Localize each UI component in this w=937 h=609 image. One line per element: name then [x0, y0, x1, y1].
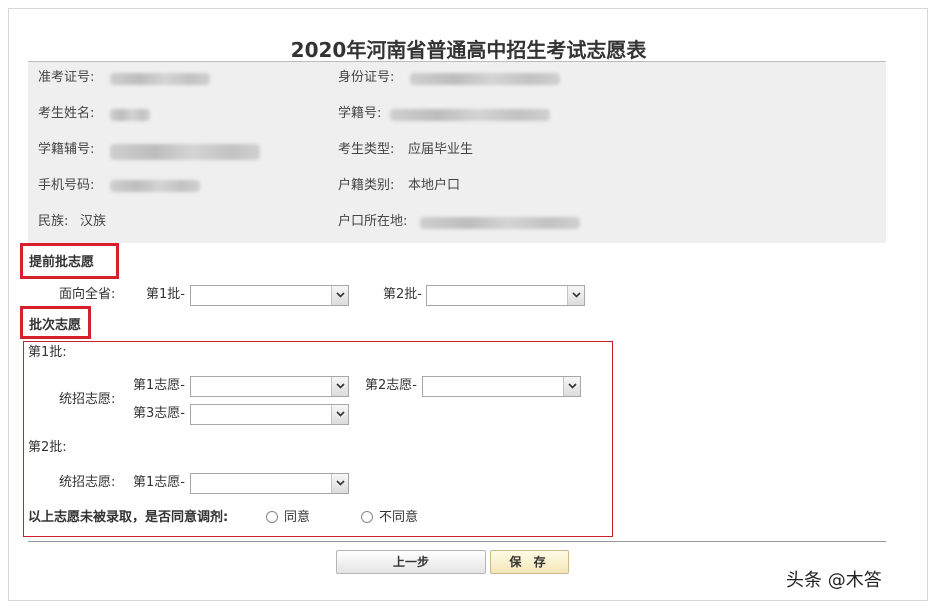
early-batch2-label: 第2批-: [383, 287, 422, 302]
info-row: 学籍辅号: 考生类型: 应届毕业生: [28, 140, 886, 176]
phone-label: 手机号码:: [38, 178, 95, 193]
batch1-label: 第1批:: [28, 345, 67, 360]
divider: [28, 541, 886, 542]
student-no-label: 学籍号:: [338, 106, 382, 121]
batch2-choice1-label: 第1志愿-: [133, 475, 185, 490]
chevron-down-icon[interactable]: [331, 377, 348, 396]
batch1-choice3-label: 第3志愿-: [133, 406, 185, 421]
early-batch-heading: 提前批志愿: [29, 255, 95, 270]
batch1-choice3-select[interactable]: [190, 404, 349, 425]
ethnicity-value: 汉族: [80, 214, 107, 229]
info-row: 手机号码: 户籍类别: 本地户口: [28, 176, 886, 212]
batch1-choice2-select[interactable]: [422, 376, 581, 397]
chevron-down-icon[interactable]: [331, 474, 348, 493]
batch1-choice1-label: 第1志愿-: [133, 378, 185, 393]
page-title: 2020年河南省普通高中招生考试志愿表: [290, 38, 647, 62]
early-batch1-select[interactable]: [190, 285, 349, 306]
chevron-down-icon[interactable]: [567, 286, 584, 305]
batch1-choice1-select[interactable]: [190, 376, 349, 397]
id-card-label: 身份证号:: [338, 70, 395, 85]
phone-value-redacted: [110, 180, 200, 192]
batch1-choice2-label: 第2志愿-: [365, 378, 417, 393]
aux-no-label: 学籍辅号:: [38, 142, 95, 157]
batch2-choice1-select[interactable]: [190, 473, 349, 494]
chevron-down-icon[interactable]: [331, 405, 348, 424]
hukou-type-value: 本地户口: [408, 178, 461, 193]
student-type-label: 考生类型:: [338, 142, 395, 157]
chevron-down-icon[interactable]: [563, 377, 580, 396]
batch1-unified-label: 统招志愿:: [59, 392, 116, 407]
save-button[interactable]: 保 存: [490, 550, 569, 574]
id-card-value-redacted: [410, 73, 560, 85]
previous-step-button[interactable]: 上一步: [336, 550, 486, 574]
early-batch2-select[interactable]: [426, 285, 585, 306]
info-row: 准考证号: 身份证号:: [28, 68, 886, 104]
student-type-value: 应届毕业生: [408, 142, 474, 157]
early-batch1-label: 第1批-: [146, 287, 185, 302]
chevron-down-icon[interactable]: [331, 286, 348, 305]
exam-id-label: 准考证号:: [38, 70, 95, 85]
hukou-location-value-redacted: [420, 217, 580, 229]
exam-id-value-redacted: [110, 73, 210, 85]
aux-no-value-redacted: [110, 144, 260, 160]
info-row: 民族: 汉族 户口所在地:: [28, 212, 886, 248]
batch2-unified-label: 统招志愿:: [59, 475, 116, 490]
student-info-panel: 准考证号: 身份证号: 考生姓名: 学籍号: 学籍辅号: 考生类型: 应届毕业生…: [28, 61, 886, 243]
batch-heading: 批次志愿: [29, 318, 82, 333]
hukou-type-label: 户籍类别:: [338, 178, 395, 193]
watermark: 头条 @木答: [786, 570, 882, 591]
hukou-location-label: 户口所在地:: [338, 214, 408, 229]
name-value-redacted: [110, 109, 150, 121]
disagree-radio[interactable]: [361, 511, 373, 523]
ethnicity-label: 民族:: [38, 214, 69, 229]
agree-label[interactable]: 同意: [284, 508, 310, 528]
scope-label: 面向全省:: [59, 287, 116, 302]
agree-radio[interactable]: [266, 511, 278, 523]
info-row: 考生姓名: 学籍号:: [28, 104, 886, 140]
adjust-question: 以上志愿未被录取，是否同意调剂:: [28, 510, 229, 525]
disagree-label[interactable]: 不同意: [379, 508, 418, 528]
student-no-value-redacted: [390, 109, 550, 121]
name-label: 考生姓名:: [38, 106, 95, 121]
batch2-label: 第2批:: [28, 440, 67, 455]
